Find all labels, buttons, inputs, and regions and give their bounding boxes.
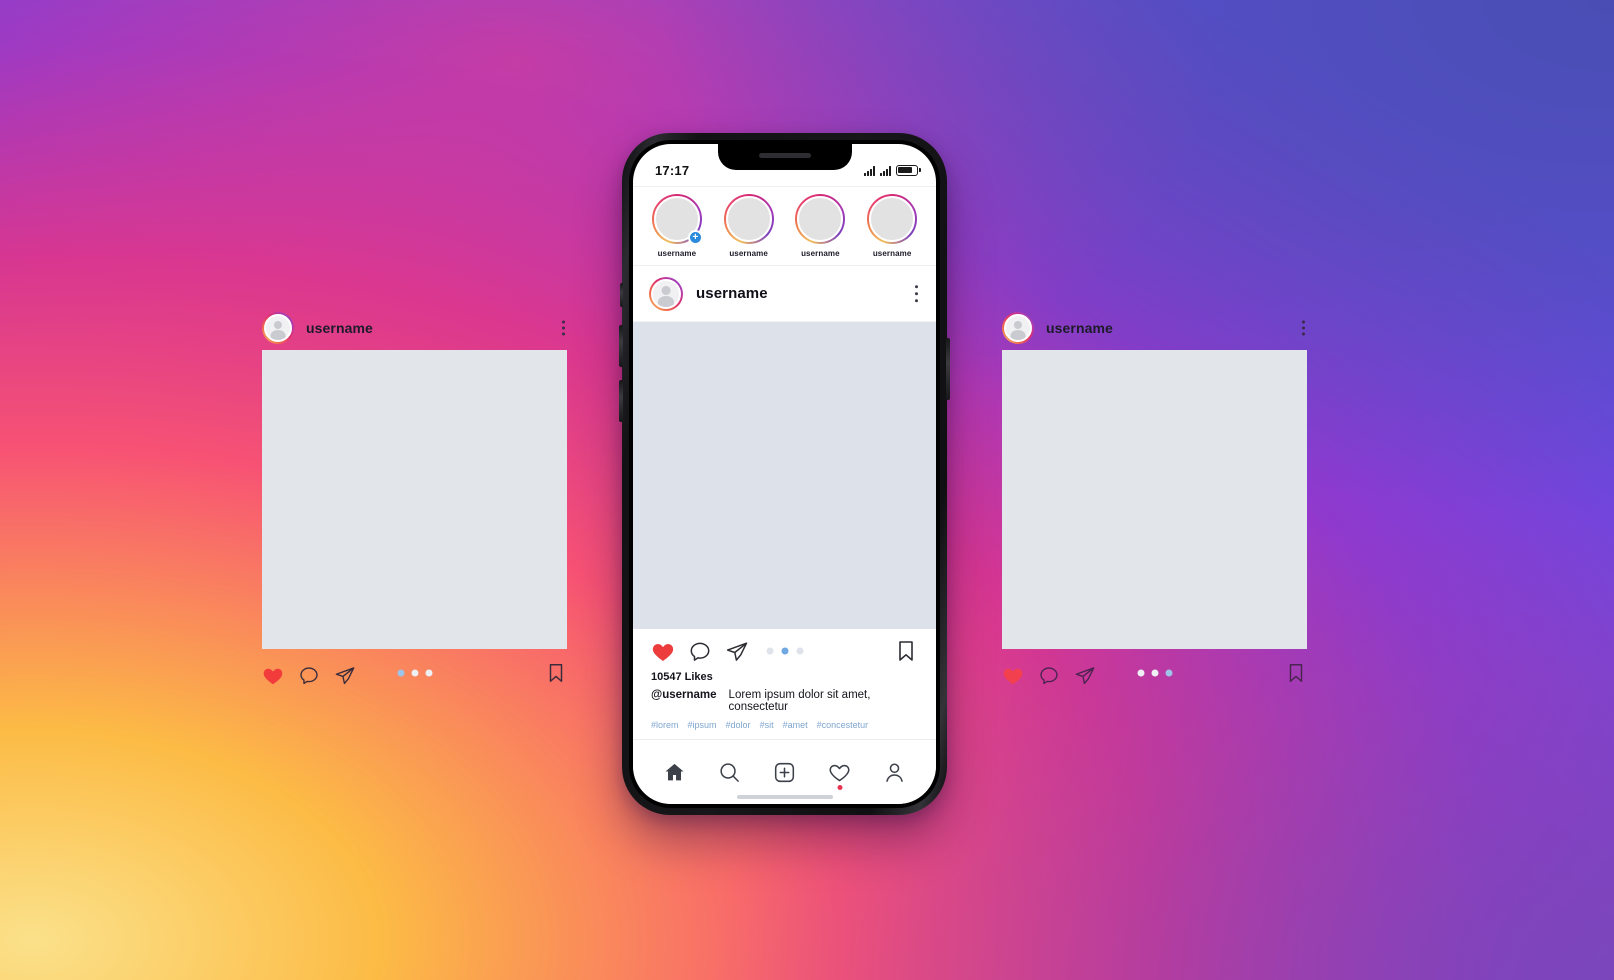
add-post-icon (773, 761, 796, 784)
carousel-pager (1137, 669, 1172, 677)
bookmark-icon[interactable] (894, 639, 918, 663)
more-options-icon[interactable] (1302, 320, 1305, 336)
story-label: username (801, 249, 840, 258)
heart-icon (828, 761, 851, 784)
carousel-pager (766, 647, 803, 655)
send-paper-plane-icon[interactable] (1074, 665, 1096, 687)
volume-down-button[interactable] (619, 380, 623, 422)
signal-bars-icon (880, 165, 891, 176)
post-image-placeholder[interactable] (262, 350, 567, 649)
comment-bubble-icon[interactable] (688, 640, 712, 664)
post-username[interactable]: username (1046, 320, 1113, 336)
heart-filled-icon[interactable] (262, 665, 284, 687)
hashtag[interactable]: #amet (783, 720, 808, 730)
post-action-bar (1002, 649, 1307, 697)
add-story-icon[interactable]: + (687, 230, 703, 245)
heart-filled-icon[interactable] (1002, 665, 1024, 687)
comment-bubble-icon[interactable] (1038, 665, 1060, 687)
profile-icon (883, 761, 906, 784)
story-label: username (872, 249, 912, 258)
post-image-placeholder[interactable] (1002, 350, 1307, 649)
signal-bars-icon (864, 165, 875, 176)
post-image-placeholder[interactable] (633, 322, 936, 629)
earpiece-speaker (758, 153, 811, 158)
hashtag[interactable]: #ipsum (688, 720, 717, 730)
caption-text: Lorem ipsum dolor sit amet, consectetur (728, 689, 871, 713)
heart-filled-icon[interactable] (651, 640, 675, 664)
post-action-bar (262, 649, 567, 697)
stories-row: + username username username username (633, 186, 936, 266)
mockup-stage: username username 17:17 + username usern… (0, 0, 1614, 980)
story-item[interactable]: username (789, 194, 851, 258)
more-options-icon[interactable] (914, 284, 918, 303)
hashtag[interactable]: #dolor (726, 720, 751, 730)
hashtag[interactable]: #concestetur (817, 720, 869, 730)
likes-count: 10547 Likes (633, 667, 936, 683)
caption-handle[interactable]: @username (651, 689, 717, 713)
story-ring[interactable] (795, 194, 846, 244)
hashtag[interactable]: #sit (760, 720, 774, 730)
story-label: username (729, 249, 768, 258)
post-header: username (1002, 306, 1307, 350)
story-item[interactable]: username (718, 194, 780, 258)
user-avatar-icon[interactable] (1002, 312, 1034, 344)
more-options-icon[interactable] (562, 320, 565, 336)
status-bar-indicators (864, 164, 918, 176)
send-paper-plane-icon[interactable] (334, 665, 356, 687)
story-item[interactable]: + username (646, 194, 708, 258)
volume-up-button[interactable] (619, 325, 623, 367)
silent-switch-button[interactable] (620, 283, 623, 307)
bookmark-icon[interactable] (1285, 662, 1307, 684)
tab-home[interactable] (655, 757, 695, 787)
phone-mockup: 17:17 + username username username usern… (619, 133, 950, 815)
story-ring[interactable] (867, 194, 918, 244)
notch (717, 144, 852, 170)
post-card-left: username (262, 306, 567, 697)
post-caption: @username Lorem ipsum dolor sit amet, co… (633, 683, 936, 713)
phone-screen: 17:17 + username username username usern… (633, 144, 936, 804)
tab-activity[interactable] (820, 757, 860, 790)
story-item[interactable]: username (861, 194, 923, 258)
carousel-pager (397, 669, 432, 677)
home-indicator[interactable] (736, 795, 833, 799)
tab-add-post[interactable] (765, 757, 805, 787)
home-icon (663, 761, 686, 784)
search-icon (718, 761, 741, 784)
story-label: username (657, 249, 697, 258)
power-button[interactable] (946, 338, 950, 400)
post-card-right: username (1002, 306, 1307, 697)
send-paper-plane-icon[interactable] (725, 640, 749, 664)
post-username[interactable]: username (696, 285, 768, 302)
user-avatar-icon[interactable] (262, 312, 294, 344)
hashtag[interactable]: #lorem (651, 720, 679, 730)
bookmark-icon[interactable] (545, 662, 567, 684)
activity-badge (837, 785, 842, 790)
tab-profile[interactable] (875, 757, 915, 787)
post-header: username (633, 266, 936, 322)
status-bar-time: 17:17 (655, 162, 690, 178)
post-action-bar (633, 629, 936, 667)
hashtag-list: #lorem #ipsum #dolor #sit #amet #concest… (633, 713, 936, 740)
battery-icon (896, 164, 918, 176)
tab-search[interactable] (710, 757, 750, 787)
user-avatar-icon[interactable] (649, 276, 683, 311)
story-ring[interactable] (723, 194, 774, 244)
comment-bubble-icon[interactable] (298, 665, 320, 687)
post-header: username (262, 306, 567, 350)
story-ring[interactable]: + (651, 194, 703, 245)
post-username[interactable]: username (306, 320, 373, 336)
